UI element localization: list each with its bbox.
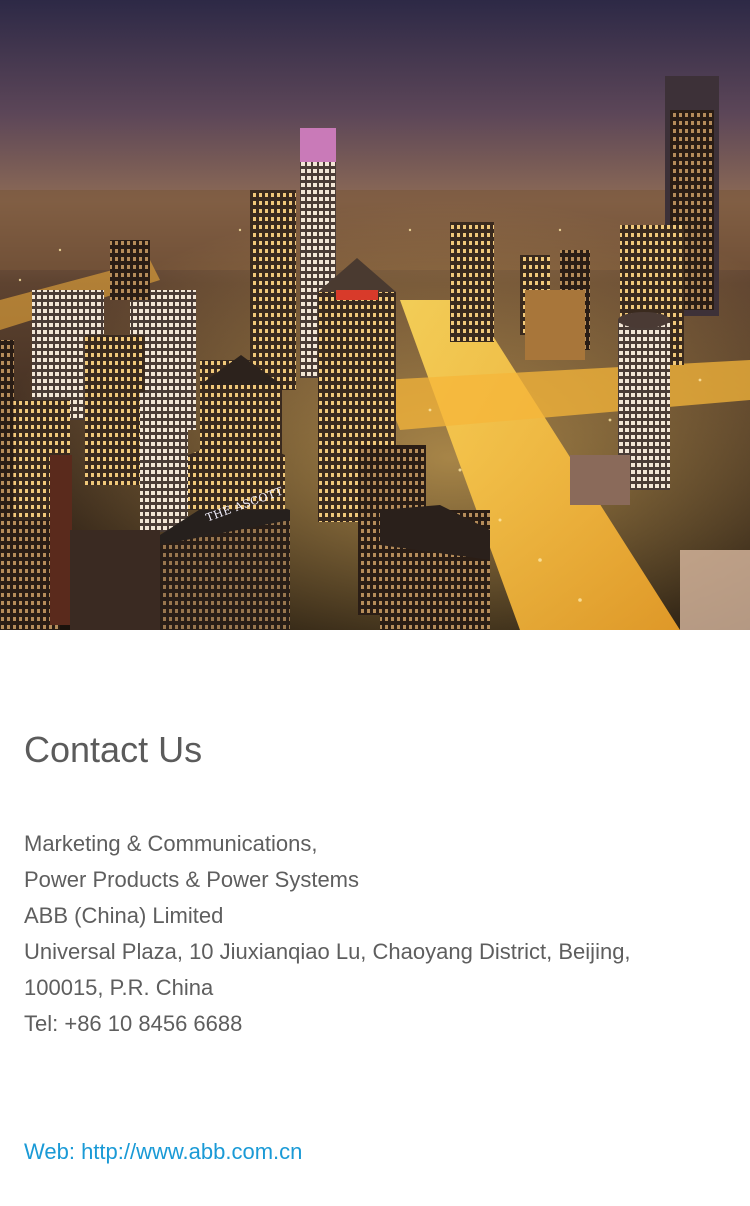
website-url[interactable]: http://www.abb.com.cn [81, 1139, 302, 1164]
hero-city-image: THE ASCOTT [0, 0, 750, 630]
phone-number[interactable]: Tel: +86 10 8456 6688 [24, 1006, 724, 1042]
page-title: Contact Us [24, 729, 203, 770]
address-line-company: ABB (China) Limited [24, 903, 224, 928]
website-label: Web: [24, 1139, 82, 1164]
website-link[interactable]: Web: http://www.abb.com.cn [24, 1136, 302, 1168]
address-line-division: Power Products & Power Systems [24, 867, 360, 892]
address-line-department: Marketing & Communications, [24, 831, 318, 856]
address-line-street: Universal Plaza, 10 Jiuxianqiao Lu, Chao… [24, 939, 631, 964]
contact-address-block: Marketing & Communications, Power Produc… [24, 826, 724, 1042]
address-line-postcode: 100015, P.R. China [24, 975, 214, 1000]
city-skyline-night-image [0, 0, 750, 630]
